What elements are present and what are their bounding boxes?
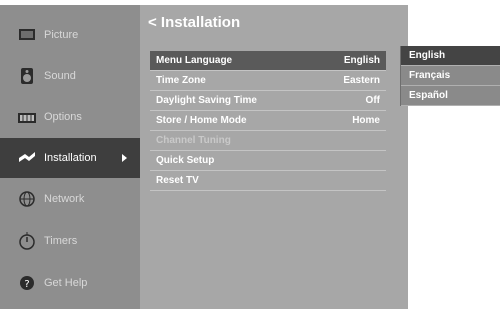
menu-item-value: English (343, 55, 380, 66)
sidebar-item-label: Options (44, 111, 82, 123)
help-icon: ? (17, 273, 37, 293)
menu-item-daylight-saving-time[interactable]: Daylight Saving Time Off (150, 91, 386, 111)
sidebar-item-installation[interactable]: Installation (0, 138, 140, 178)
monitor-icon (17, 25, 37, 45)
menu-item-value: Eastern (343, 75, 380, 86)
menu-item-menu-language[interactable]: Menu Language English (150, 51, 386, 71)
sidebar-item-label: Sound (44, 70, 76, 82)
installation-menu: Menu Language English Time Zone Eastern … (150, 51, 386, 191)
timer-icon (17, 231, 37, 251)
sidebar: Picture Sound Options Installation Netwo… (0, 5, 140, 309)
language-submenu: English Français Español (400, 46, 500, 106)
chevron-right-icon (122, 154, 127, 162)
sidebar-item-label: Get Help (44, 277, 88, 289)
language-option-english[interactable]: English (401, 46, 500, 66)
page-title: < Installation (148, 14, 241, 31)
svg-text:?: ? (24, 279, 29, 290)
sidebar-item-network[interactable]: Network (0, 179, 140, 219)
menu-item-label: Channel Tuning (156, 135, 231, 146)
menu-item-label: Time Zone (156, 75, 206, 86)
sidebar-item-label: Installation (44, 152, 97, 164)
sidebar-item-get-help[interactable]: ? Get Help (0, 263, 140, 303)
menu-item-channel-tuning: Channel Tuning (150, 131, 386, 151)
menu-item-reset-tv[interactable]: Reset TV (150, 171, 386, 191)
menu-item-store-home-mode[interactable]: Store / Home Mode Home (150, 111, 386, 131)
sidebar-item-label: Picture (44, 29, 79, 41)
menu-item-label: Store / Home Mode (156, 115, 247, 126)
sidebar-item-picture[interactable]: Picture (0, 15, 140, 55)
menu-item-value: Off (365, 95, 380, 106)
sidebar-item-options[interactable]: Options (0, 97, 140, 137)
sidebar-item-sound[interactable]: Sound (0, 56, 140, 96)
sidebar-item-label: Timers (44, 235, 78, 247)
sidebar-item-label: Network (44, 193, 85, 205)
installation-panel: < Installation Menu Language English Tim… (140, 5, 408, 309)
speaker-icon (17, 66, 37, 86)
menu-item-quick-setup[interactable]: Quick Setup (150, 151, 386, 171)
sidebar-item-timers[interactable]: Timers (0, 221, 140, 261)
menu-item-label: Daylight Saving Time (156, 95, 257, 106)
language-option-espanol[interactable]: Español (401, 86, 500, 106)
language-option-francais[interactable]: Français (401, 66, 500, 86)
installation-icon (17, 148, 37, 168)
tv-menu-screen: Picture Sound Options Installation Netwo… (0, 0, 500, 310)
menu-item-label: Quick Setup (156, 155, 215, 166)
menu-item-time-zone[interactable]: Time Zone Eastern (150, 71, 386, 91)
menu-item-value: Home (352, 115, 380, 126)
menu-item-label: Menu Language (156, 55, 233, 66)
network-icon (17, 189, 37, 209)
menu-item-label: Reset TV (156, 175, 199, 186)
keyboard-icon (17, 107, 37, 127)
